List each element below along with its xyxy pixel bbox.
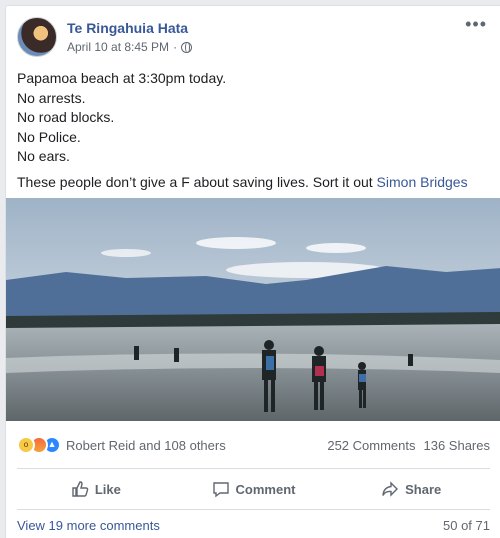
- post-header: Te Ringahuia Hata April 10 at 8:45 PM · …: [17, 15, 487, 61]
- comments-footer: View 19 more comments 50 of 71: [17, 518, 490, 533]
- comment-label: Comment: [235, 481, 296, 497]
- avatar[interactable]: [17, 17, 57, 57]
- author-name[interactable]: Te Ringahuia Hata: [67, 20, 188, 36]
- share-button[interactable]: Share: [332, 469, 490, 509]
- thumbs-up-icon: [72, 481, 89, 497]
- post-line: No ears.: [17, 148, 70, 164]
- action-bar: Like Comment Share: [17, 468, 490, 510]
- closing-text: These people don’t give a F about saving…: [17, 173, 377, 190]
- globe-icon[interactable]: [181, 41, 193, 53]
- post-text: Papamoa beach at 3:30pm today. No arrest…: [17, 69, 492, 192]
- comments-count[interactable]: 252 Comments: [327, 438, 415, 453]
- wow-icon[interactable]: o: [17, 436, 35, 454]
- comment-button[interactable]: Comment: [175, 469, 333, 509]
- mention-link[interactable]: Simon Bridges: [377, 174, 468, 190]
- timestamp[interactable]: April 10 at 8:45 PM: [67, 40, 169, 54]
- shares-count[interactable]: 136 Shares: [424, 438, 491, 453]
- post-line: No road blocks.: [17, 109, 115, 125]
- post-line: No Police.: [17, 128, 81, 145]
- post-meta: April 10 at 8:45 PM ·: [67, 40, 193, 54]
- more-icon[interactable]: •••: [465, 15, 487, 33]
- engagement-counts: 252 Comments 136 Shares: [327, 438, 490, 453]
- post-line: No arrests.: [17, 89, 86, 106]
- like-button[interactable]: Like: [17, 469, 175, 509]
- share-label: Share: [405, 481, 442, 497]
- reaction-names[interactable]: Robert Reid and 108 others: [66, 438, 226, 453]
- post-photo[interactable]: [6, 198, 500, 421]
- like-label: Like: [94, 481, 121, 497]
- view-more-comments-link[interactable]: View 19 more comments: [17, 518, 160, 533]
- post-closing: These people don’t give a F about saving…: [17, 173, 492, 193]
- beach-photo-illustration: [6, 198, 500, 421]
- post-card: Te Ringahuia Hata April 10 at 8:45 PM · …: [5, 5, 500, 538]
- comment-page-count: 50 of 71: [443, 518, 490, 533]
- reaction-stats: o ▲ Robert Reid and 108 others 252 Comme…: [17, 430, 490, 460]
- share-icon: [382, 481, 399, 497]
- post-line: Papamoa beach at 3:30pm today.: [17, 70, 227, 86]
- comment-icon: [212, 482, 229, 498]
